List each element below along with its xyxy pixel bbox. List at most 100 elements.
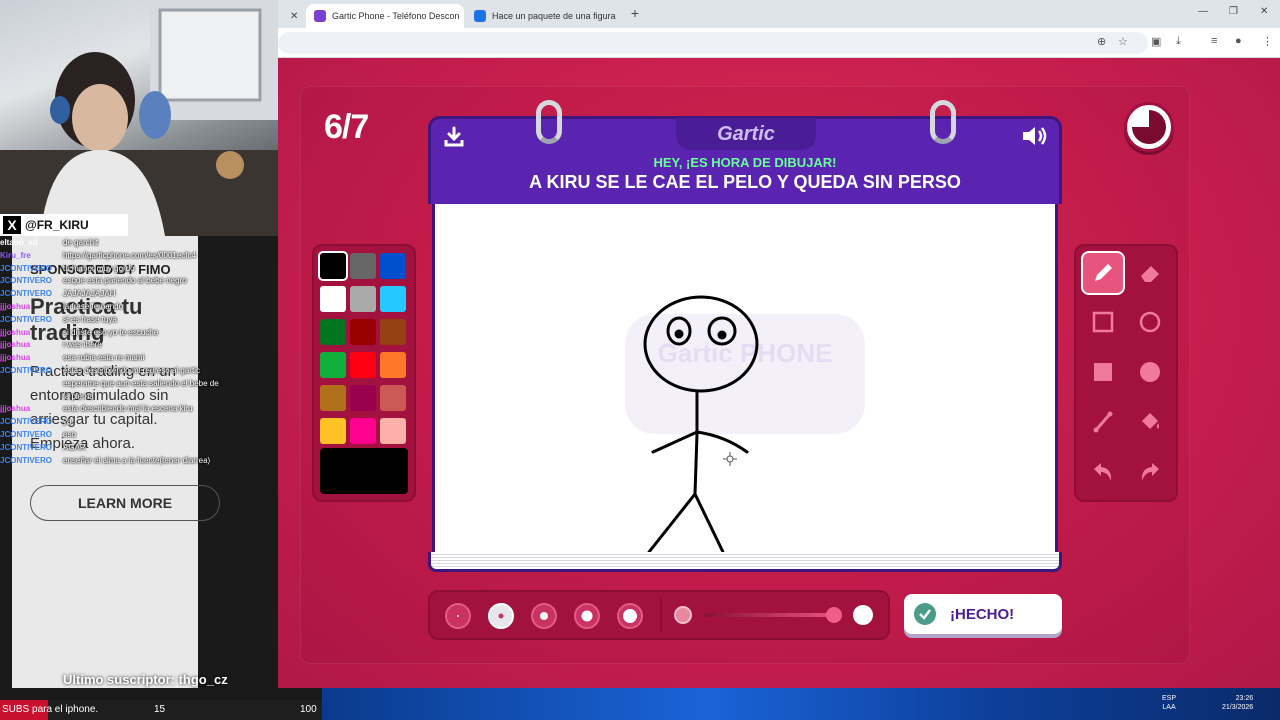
tab-video[interactable]: Hace un paquete de una figura ✕ bbox=[466, 4, 622, 28]
sound-button[interactable] bbox=[1020, 124, 1050, 148]
last-sub-name: thgo_cz bbox=[178, 672, 228, 687]
x-logo-icon: X bbox=[3, 216, 21, 234]
chat-text: ya bbox=[63, 417, 72, 427]
fill-bucket-icon bbox=[1142, 413, 1159, 429]
rectangle-fill-tool[interactable] bbox=[1083, 352, 1123, 392]
circle-outline-icon bbox=[1139, 311, 1161, 333]
ellipse-outline-tool[interactable] bbox=[1130, 302, 1170, 342]
handle-text: @FR_KIRU bbox=[25, 218, 89, 232]
chat-username: JCONTIVERO bbox=[0, 289, 53, 299]
translate-icon[interactable]: ▣ bbox=[1151, 35, 1161, 48]
restore-icon[interactable]: ❐ bbox=[1229, 6, 1238, 17]
goal-text: SUBS para el iphone. bbox=[2, 704, 99, 715]
menu-icon[interactable]: ⋮ bbox=[1262, 35, 1273, 48]
pencil-tool[interactable] bbox=[1081, 251, 1125, 295]
download-drawing-button[interactable] bbox=[443, 126, 465, 148]
chat-text: esperame que aun esta saliendo el bebe d… bbox=[63, 378, 219, 388]
chat-username: JCONTIVERO bbox=[0, 442, 53, 452]
tab-title: Gartic Phone - Teléfono Descon bbox=[332, 11, 460, 21]
brush-size-3[interactable] bbox=[531, 603, 557, 629]
chat-username: JCONTIVERO bbox=[0, 417, 53, 427]
opacity-high-icon bbox=[853, 605, 873, 625]
color-swatch[interactable] bbox=[350, 286, 376, 312]
chat-text: esa rubia esta re mami bbox=[63, 353, 145, 363]
fill-tool[interactable] bbox=[1130, 402, 1170, 442]
eraser-tool[interactable] bbox=[1130, 253, 1170, 293]
chat-text: AGAR bbox=[63, 442, 86, 452]
redo-icon bbox=[1141, 463, 1159, 481]
gartic-logo: Gartic bbox=[676, 118, 816, 150]
color-swatch[interactable] bbox=[350, 319, 376, 345]
chat-username: JCONTIVERO bbox=[0, 263, 53, 273]
circle-fill-icon bbox=[1140, 362, 1160, 382]
current-color-preview bbox=[320, 448, 408, 494]
color-swatch[interactable] bbox=[380, 253, 406, 279]
webcam-feed bbox=[0, 0, 278, 236]
chat-message: JCONTIVERO si es frase tuya bbox=[0, 315, 117, 324]
round-counter: 6/7 bbox=[324, 108, 369, 146]
learn-more-button[interactable]: LEARN MORE bbox=[30, 485, 220, 521]
url-field[interactable] bbox=[278, 32, 1148, 54]
chat-message: JCONTIVERO estas describiendo mi regreso… bbox=[0, 366, 200, 375]
brush-size-4[interactable] bbox=[574, 603, 600, 629]
redo-button[interactable] bbox=[1130, 452, 1170, 492]
chat-text: esque esta pariendo al bebe negro bbox=[63, 276, 187, 286]
chat-username: jjjoshua bbox=[0, 353, 31, 363]
check-icon bbox=[914, 603, 936, 625]
chat-text: JAJAJAJAJAH bbox=[63, 289, 116, 299]
undo-button[interactable] bbox=[1083, 452, 1123, 492]
minimize-icon[interactable]: — bbox=[1198, 6, 1208, 17]
rectangle-outline-tool[interactable] bbox=[1083, 302, 1123, 342]
color-swatch[interactable] bbox=[380, 385, 406, 411]
clock[interactable]: 23:26 21/3/2026 bbox=[1222, 694, 1253, 712]
chat-username: JCONTIVERO bbox=[0, 366, 53, 375]
zoom-icon[interactable]: ⊕ bbox=[1097, 35, 1106, 48]
timer-icon bbox=[1124, 102, 1174, 152]
media-icon[interactable]: ≡ bbox=[1211, 35, 1217, 47]
chat-text: tu humor muy gordo bbox=[63, 263, 135, 273]
clock-time: 23:26 bbox=[1235, 695, 1254, 702]
color-swatch[interactable] bbox=[320, 418, 346, 444]
done-button[interactable]: ¡HECHO! bbox=[904, 594, 1062, 634]
window-close-icon[interactable]: ✕ bbox=[1260, 6, 1268, 17]
download-icon[interactable]: ⤓ bbox=[1176, 35, 1181, 48]
profile-avatar[interactable]: ● bbox=[1235, 35, 1242, 47]
color-swatch[interactable] bbox=[350, 352, 376, 378]
chat-username: JCONTIVERO bbox=[0, 430, 53, 439]
brush-size-1[interactable] bbox=[445, 603, 471, 629]
line-icon bbox=[1093, 411, 1113, 433]
goal-current: 15 bbox=[154, 704, 166, 715]
tab-close-prev[interactable]: ✕ bbox=[282, 4, 306, 28]
ellipse-fill-tool[interactable] bbox=[1130, 352, 1170, 392]
line-tool[interactable] bbox=[1083, 402, 1123, 442]
color-swatch[interactable] bbox=[350, 418, 376, 444]
video-favicon-icon bbox=[474, 10, 486, 22]
star-icon[interactable]: ☆ bbox=[1118, 35, 1128, 48]
chat-message: jjjoshua i was there bbox=[0, 340, 102, 349]
color-swatch[interactable] bbox=[380, 418, 406, 444]
color-swatch[interactable] bbox=[380, 286, 406, 312]
color-swatch[interactable] bbox=[320, 385, 346, 411]
opacity-slider-handle[interactable] bbox=[826, 607, 842, 623]
color-swatch[interactable] bbox=[380, 319, 406, 345]
new-tab-button[interactable]: + bbox=[626, 5, 644, 23]
brush-size-2[interactable] bbox=[488, 603, 514, 629]
color-swatch[interactable] bbox=[318, 251, 348, 281]
brush-size-5[interactable] bbox=[617, 603, 643, 629]
color-swatch[interactable] bbox=[380, 352, 406, 378]
tab-gartic[interactable]: Gartic Phone - Teléfono Descon ✕ bbox=[306, 4, 464, 28]
color-swatch[interactable] bbox=[320, 319, 346, 345]
color-swatch[interactable] bbox=[320, 286, 346, 312]
chat-message: JCONTIVERO esque esta pariendo al bebe n… bbox=[0, 276, 187, 285]
color-swatch[interactable] bbox=[350, 385, 376, 411]
chat-message: JCONTIVERO tu humor muy gordo bbox=[0, 263, 135, 273]
color-swatch[interactable] bbox=[350, 253, 376, 279]
last-subscriber: Ultimo suscriptor: thgo_cz bbox=[63, 672, 228, 687]
drawing-canvas[interactable]: Gartic PHONE bbox=[432, 204, 1058, 556]
cursor-crosshair bbox=[723, 452, 737, 466]
speaker-icon bbox=[1023, 127, 1047, 145]
opacity-slider[interactable] bbox=[704, 613, 834, 617]
chat-message: JCONTIVERO eso bbox=[0, 430, 76, 439]
color-swatch[interactable] bbox=[320, 352, 346, 378]
language-indicator[interactable]: ESP LAA bbox=[1162, 694, 1176, 712]
